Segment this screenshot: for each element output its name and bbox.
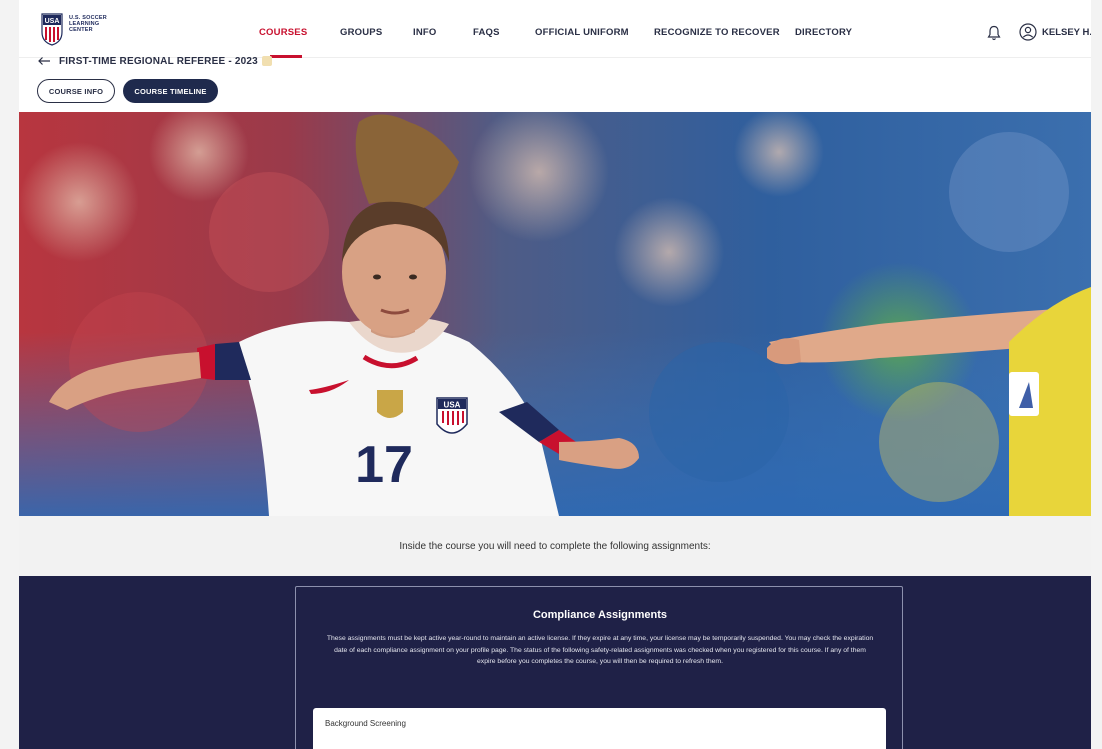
nav-groups[interactable]: GROUPS [340, 27, 382, 38]
tab-course-timeline[interactable]: COURSE TIMELINE [123, 79, 218, 103]
user-name: KELSEY H. [1042, 26, 1091, 38]
shield-text: USA [45, 18, 60, 25]
assignment-card[interactable]: Background Screening [313, 708, 886, 749]
shield-logo-icon: USA [41, 13, 63, 46]
logo-line-3: CENTER [69, 27, 93, 33]
user-circle-icon [1019, 23, 1037, 41]
intro-band: Inside the course you will need to compl… [19, 516, 1091, 576]
top-navigation: USA U.S. SOCCER LEARNING CENTER COURSES … [19, 0, 1091, 58]
nav-courses[interactable]: COURSES [259, 27, 307, 38]
compliance-title: Compliance Assignments [532, 609, 668, 621]
logo-wordmark: U.S. SOCCER LEARNING CENTER [69, 12, 107, 33]
nav-info[interactable]: INFO [413, 27, 437, 38]
app-frame: USA U.S. SOCCER LEARNING CENTER COURSES … [19, 0, 1091, 749]
assignment-title: Background Screening [325, 719, 406, 728]
intro-text: Inside the course you will need to compl… [399, 540, 711, 552]
course-tabs: COURSE INFO COURSE TIMELINE [37, 79, 218, 103]
arrow-left-icon[interactable] [37, 56, 51, 66]
badge-text: USA [444, 401, 461, 410]
hero-image: USA 17 [19, 112, 1091, 516]
nav-directory[interactable]: DIRECTORY [795, 27, 852, 38]
tab-course-info[interactable]: COURSE INFO [37, 79, 115, 103]
compliance-description: These assignments must be kept active ye… [326, 635, 874, 665]
soccer-player-photo: USA 17 [19, 112, 1091, 516]
us-soccer-logo[interactable]: USA U.S. SOCCER LEARNING CENTER [41, 12, 131, 48]
active-nav-indicator [270, 55, 302, 58]
assignments-section: Compliance Assignments These assignments… [19, 576, 1091, 749]
course-title: FIRST-TIME REGIONAL REFEREE - 2023 [59, 55, 258, 67]
title-marker [261, 56, 272, 66]
breadcrumb: FIRST-TIME REGIONAL REFEREE - 2023 [37, 54, 272, 68]
nav-faqs[interactable]: FAQS [473, 27, 500, 38]
compliance-box: Compliance Assignments These assignments… [295, 586, 903, 749]
nav-official-uniform[interactable]: OFFICIAL UNIFORM [535, 27, 629, 38]
user-menu[interactable]: KELSEY H. [1019, 23, 1091, 41]
nav-recognize-to-recover[interactable]: RECOGNIZE TO RECOVER [654, 27, 780, 38]
jersey-number: 17 [355, 436, 413, 494]
bell-icon[interactable] [987, 25, 1001, 41]
